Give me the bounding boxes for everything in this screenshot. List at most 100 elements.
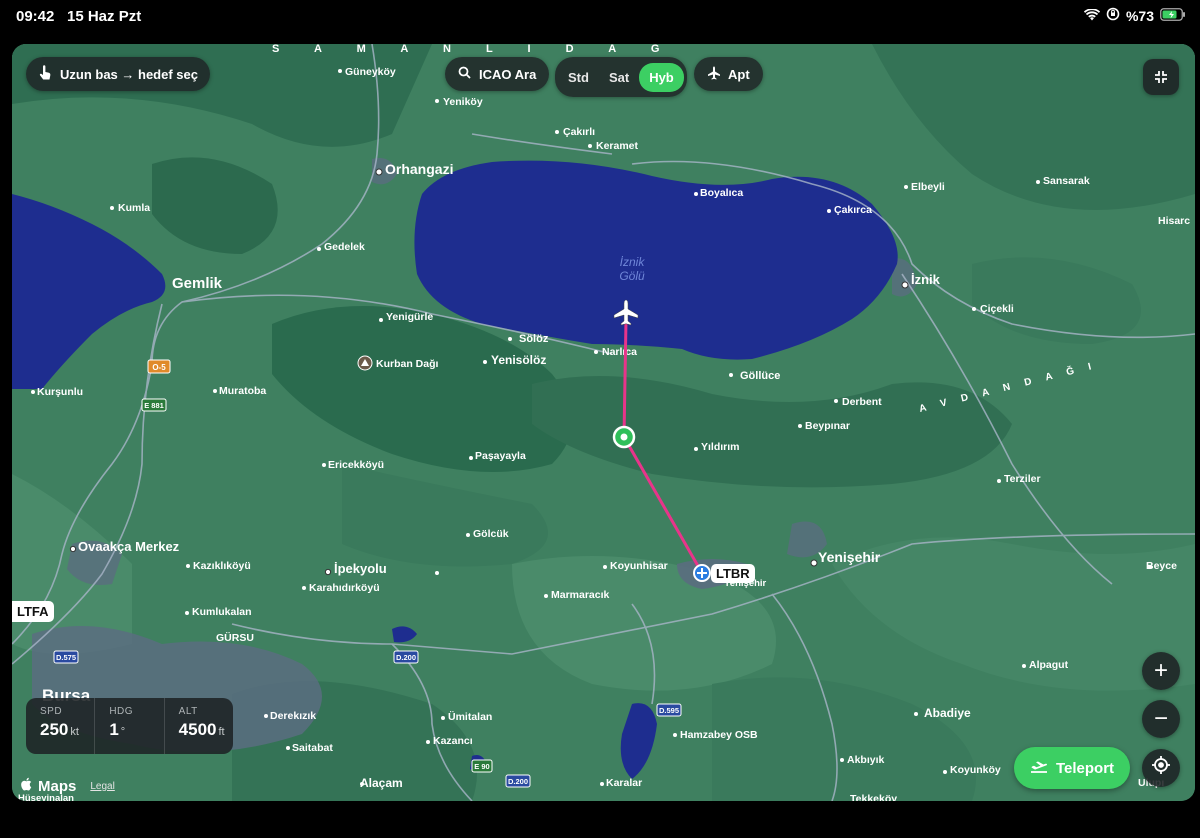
airplane-icon (707, 66, 721, 83)
city-label-yenisehir: Yenişehir (818, 549, 881, 565)
svg-text:Koyunköy: Koyunköy (950, 764, 1001, 776)
city-label-iznik: İznik (911, 272, 941, 287)
map-mode-selector[interactable]: Std Sat Hyb (555, 57, 687, 97)
svg-text:Hisarc: Hisarc (1158, 215, 1190, 227)
svg-text:Kazıklıköyü: Kazıklıköyü (193, 560, 251, 572)
apple-logo-icon (20, 777, 32, 796)
svg-text:Karahıdırköyü: Karahıdırköyü (309, 582, 380, 594)
svg-text:Keramet: Keramet (596, 140, 639, 152)
orientation-lock-icon (1106, 7, 1120, 24)
long-press-hint: Uzun bas → hedef seç (26, 57, 210, 91)
collapse-icon (1154, 63, 1168, 91)
svg-text:Abadiye: Abadiye (924, 706, 971, 720)
svg-text:Gölcük: Gölcük (473, 528, 509, 540)
city-label-ovaakca: Ovaakça Merkez (78, 539, 180, 554)
svg-text:Koyunhisar: Koyunhisar (610, 560, 668, 572)
telemetry-altitude: ALT 4500 ft (165, 698, 233, 754)
teleport-button[interactable]: Teleport (1014, 747, 1130, 789)
crosshair-icon (1151, 754, 1171, 782)
wifi-icon (1083, 7, 1101, 24)
svg-text:D.200: D.200 (508, 777, 528, 786)
maps-brand: Maps (38, 778, 77, 795)
svg-text:Beyce: Beyce (1146, 560, 1177, 572)
svg-text:Derbent: Derbent (842, 396, 882, 408)
speed-label: SPD (40, 706, 63, 717)
takeoff-icon (1030, 759, 1048, 777)
map-mode-hyb[interactable]: Hyb (639, 62, 684, 92)
lake-label-line2: Gölü (619, 269, 645, 283)
map-mode-std[interactable]: Std (558, 63, 599, 92)
svg-text:D.595: D.595 (659, 706, 679, 715)
status-bar: 09:42 15 Haz Pzt %73 (0, 0, 1200, 34)
svg-text:Boyalıca: Boyalıca (700, 187, 743, 199)
svg-text:Beypınar: Beypınar (805, 420, 850, 432)
icao-search-button[interactable]: ICAO Ara (445, 57, 550, 91)
route-leg-current (622, 319, 628, 438)
altitude-value: 4500 (178, 720, 217, 739)
airports-toggle-button[interactable]: Apt (694, 57, 763, 91)
exit-fullscreen-button[interactable] (1143, 59, 1179, 95)
svg-text:Elbeyli: Elbeyli (911, 181, 945, 193)
city-label-orhangazi: Orhangazi (385, 161, 453, 177)
svg-text:Marmaracık: Marmaracık (551, 589, 610, 601)
svg-text:Kumla: Kumla (118, 202, 150, 214)
svg-text:Narlıca: Narlıca (602, 346, 637, 358)
hint-text: Uzun bas → hedef seç (60, 66, 198, 82)
svg-text:Terziler: Terziler (1004, 473, 1041, 485)
telemetry-heading: HDG 1 ° (95, 698, 165, 754)
heading-label: HDG (109, 706, 134, 717)
airport-marker-ltbr[interactable] (693, 564, 711, 582)
svg-text:Yenigürle: Yenigürle (386, 311, 433, 323)
svg-text:Alaçam: Alaçam (360, 776, 403, 790)
city-label-gemlik: Gemlik (172, 275, 223, 292)
map-view[interactable]: S A M A N L I D A Ğ A V D A N D A Ğ I İz… (12, 44, 1195, 801)
heading-value: 1 (109, 720, 119, 739)
svg-text:Gedelek: Gedelek (324, 241, 365, 253)
svg-text:Kurşunlu: Kurşunlu (37, 386, 83, 398)
status-time: 09:42 (16, 8, 55, 25)
map-mode-sat[interactable]: Sat (599, 63, 639, 92)
teleport-label: Teleport (1055, 759, 1115, 777)
airport-label-ltbr[interactable]: LTBR (711, 564, 755, 583)
svg-text:Güneyköy: Güneyköy (345, 66, 396, 78)
mountain-label: Kurban Dağı (376, 358, 439, 370)
map-attribution: Maps Legal (20, 777, 115, 796)
svg-text:Yeniköy: Yeniköy (443, 96, 483, 108)
airport-label-ltfa[interactable]: LTFA (12, 601, 54, 622)
heading-unit: ° (120, 726, 126, 738)
search-icon (458, 66, 471, 82)
zoom-in-button[interactable]: + (1142, 652, 1180, 690)
svg-text:Akbıyık: Akbıyık (847, 754, 885, 766)
legal-link[interactable]: Legal (90, 781, 114, 792)
zoom-out-button[interactable]: − (1142, 700, 1180, 738)
locate-me-button[interactable] (1142, 749, 1180, 787)
svg-text:Hamzabey OSB: Hamzabey OSB (680, 729, 758, 741)
svg-text:Yenisölöz: Yenisölöz (491, 353, 546, 367)
svg-text:Alpagut: Alpagut (1029, 659, 1069, 671)
svg-text:Kumlukalan: Kumlukalan (192, 606, 252, 618)
svg-text:Yıldırım: Yıldırım (701, 441, 740, 453)
city-label-ipekyolu: İpekyolu (334, 561, 387, 576)
hand-pointer-icon (38, 64, 52, 84)
battery-percent: %73 (1125, 7, 1154, 24)
svg-text:Saitabat: Saitabat (292, 742, 333, 754)
icao-search-label: ICAO Ara (479, 66, 537, 82)
battery-icon (1160, 7, 1186, 24)
svg-text:Paşayayla: Paşayayla (475, 450, 526, 462)
status-right: %73 (1083, 7, 1186, 24)
map-canvas[interactable]: S A M A N L I D A Ğ A V D A N D A Ğ I İz… (12, 44, 1195, 801)
city-dot-orhangazi (375, 168, 383, 176)
city-dot-iznik (901, 281, 909, 289)
airports-toggle-label: Apt (728, 66, 750, 82)
svg-text:D.575: D.575 (56, 653, 76, 662)
lake-label-line1: İznik (620, 255, 646, 269)
city-dot-yenisehir (810, 559, 818, 567)
svg-text:Sansarak: Sansarak (1043, 175, 1090, 187)
svg-text:Ericekköyü: Ericekköyü (328, 459, 384, 471)
mountain-marker: Kurban Dağı (357, 355, 439, 371)
svg-text:Çiçekli: Çiçekli (980, 303, 1014, 315)
speed-unit: kt (70, 726, 79, 738)
telemetry-speed: SPD 250 kt (26, 698, 96, 754)
svg-text:Derekızık: Derekızık (270, 710, 316, 722)
svg-text:Ümitalan: Ümitalan (448, 710, 492, 723)
